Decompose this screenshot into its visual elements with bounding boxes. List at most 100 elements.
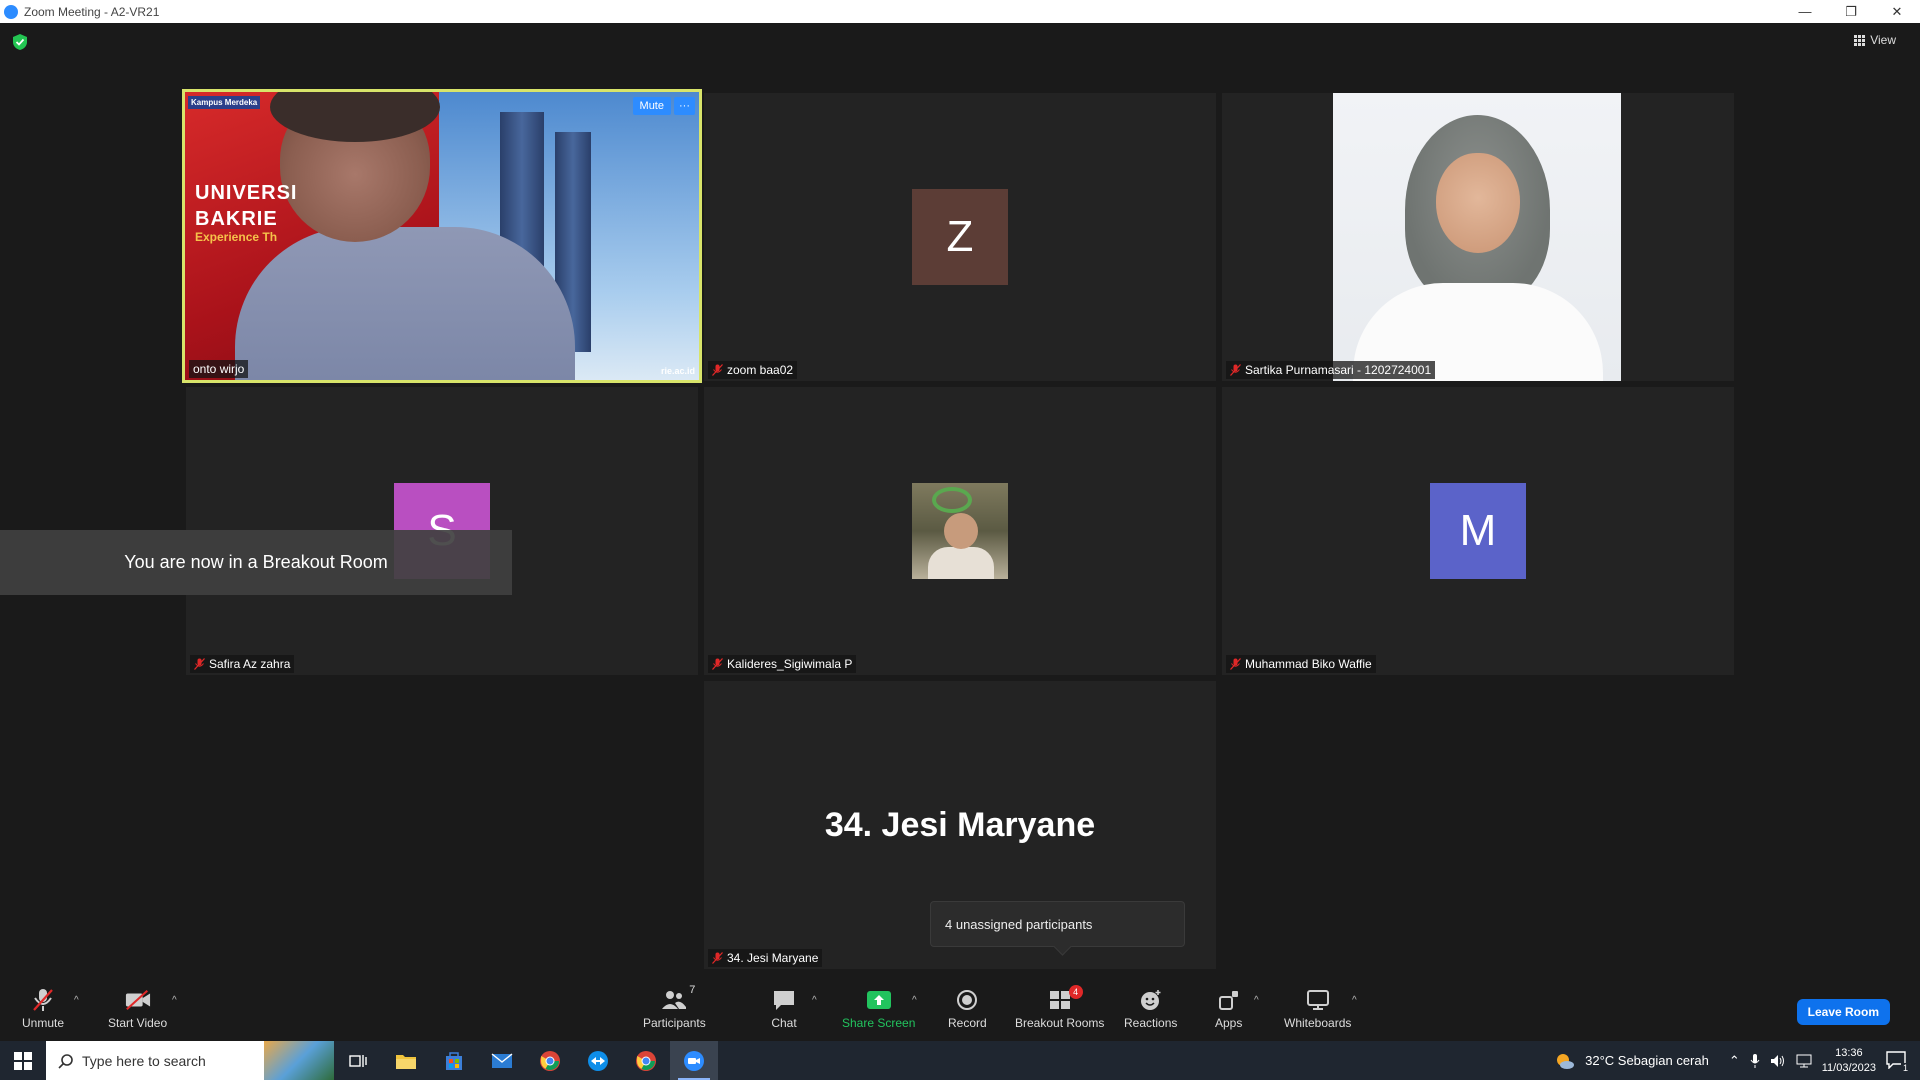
participant-name: Kalideres_Sigiwimala P (708, 655, 857, 673)
apps-options-caret[interactable]: ^ (1254, 995, 1259, 1006)
chevron-up-icon[interactable]: ⌃ (1729, 1053, 1740, 1069)
participant-video: Kampus Merdeka UNIVERSI BAKRIE Experienc… (185, 92, 699, 380)
folder-icon (396, 1054, 416, 1069)
mic-muted-icon (1230, 364, 1241, 376)
minimize-icon[interactable]: — (1782, 0, 1828, 23)
record-icon (957, 990, 978, 1010)
participant-photo (912, 483, 1008, 579)
video-options-caret[interactable]: ^ (172, 995, 177, 1006)
participant-name: Safira Az zahra (190, 655, 295, 673)
close-icon[interactable]: ✕ (1874, 0, 1920, 23)
banner-url: rie.ac.id (660, 366, 695, 376)
zoom-app-icon (4, 4, 18, 19)
taskbar-search[interactable]: Type here to search (46, 1041, 334, 1080)
more-options-button[interactable]: ··· (674, 97, 695, 115)
chrome-app[interactable] (526, 1041, 574, 1080)
clock[interactable]: 13:36 11/03/2023 (1822, 1046, 1876, 1076)
audio-options-caret[interactable]: ^ (74, 995, 79, 1006)
system-tray: 32°C Sebagian cerah ⌃ 13:36 11/03/2023 1 (1555, 1041, 1920, 1080)
participant-name: Muhammad Biko Waffie (1226, 655, 1376, 673)
teamviewer-app[interactable] (574, 1041, 622, 1080)
volume-icon (1770, 1054, 1784, 1067)
view-label: View (1870, 33, 1896, 47)
leave-room-button[interactable]: Leave Room (1796, 999, 1890, 1025)
share-options-caret[interactable]: ^ (912, 995, 917, 1006)
task-view-icon (349, 1054, 367, 1067)
participants-icon (662, 991, 687, 1009)
mic-muted-icon (33, 989, 53, 1011)
windows-logo-icon (14, 1051, 32, 1070)
window-titlebar: Zoom Meeting - A2-VR21 — ❐ ✕ (0, 0, 1920, 23)
start-video-button[interactable]: Start Video (108, 988, 167, 1030)
search-placeholder: Type here to search (82, 1052, 206, 1069)
video-tile-active-speaker[interactable]: Kampus Merdeka UNIVERSI BAKRIE Experienc… (182, 89, 702, 383)
reactions-icon (1140, 990, 1161, 1010)
video-tile[interactable]: Z zoom baa02 (704, 93, 1216, 381)
meeting-area: View Kampus Merdeka UNIVERSI BAKRIE Expe… (0, 23, 1920, 983)
file-explorer-app[interactable] (382, 1041, 430, 1080)
zoom-taskbar-app[interactable] (670, 1041, 718, 1080)
banner-text: UNIVERSI BAKRIE (195, 182, 298, 230)
store-icon (446, 1051, 462, 1070)
participants-button[interactable]: 7 Participants (643, 984, 706, 1030)
chat-options-caret[interactable]: ^ (812, 995, 817, 1006)
mail-icon (491, 1052, 513, 1068)
weather-icon (1557, 1053, 1575, 1069)
network-icon (1796, 1054, 1812, 1067)
share-screen-icon (866, 991, 891, 1009)
whiteboards-button[interactable]: Whiteboards (1284, 988, 1351, 1030)
zoom-app: Zoom Meeting - A2-VR21 — ❐ ✕ View Kampus… (0, 0, 1920, 1080)
video-tile[interactable]: Sartika Purnamasari - 1202724001 (1222, 93, 1734, 381)
start-button[interactable] (0, 1041, 46, 1080)
chrome-icon (636, 1050, 656, 1071)
grid-view-icon (1854, 34, 1866, 46)
mic-muted-icon (712, 364, 723, 376)
participant-name: zoom baa02 (708, 361, 798, 379)
avatar: M (1430, 483, 1526, 579)
participant-name: Sartika Purnamasari - 1202724001 (1226, 361, 1436, 379)
weather-text[interactable]: 32°C Sebagian cerah (1585, 1053, 1709, 1068)
breakout-rooms-button[interactable]: 4 Breakout Rooms (1015, 985, 1104, 1030)
participant-name: onto wirjo (189, 360, 249, 378)
chat-button[interactable]: Chat (771, 988, 797, 1030)
mute-participant-button[interactable]: Mute (632, 97, 671, 115)
notification-center[interactable]: 1 (1886, 1050, 1910, 1073)
mail-app[interactable] (478, 1041, 526, 1080)
window-controls: — ❐ ✕ (1782, 0, 1920, 23)
task-view-button[interactable] (334, 1041, 382, 1080)
mic-muted-icon (1230, 658, 1241, 670)
whiteboard-options-caret[interactable]: ^ (1352, 995, 1357, 1006)
restore-icon[interactable]: ❐ (1828, 0, 1874, 23)
mic-muted-icon (194, 658, 205, 670)
chrome-icon (540, 1050, 560, 1071)
avatar: Z (912, 189, 1008, 285)
apps-button[interactable]: Apps (1215, 988, 1242, 1030)
store-app[interactable] (430, 1041, 478, 1080)
video-tile[interactable]: M Muhammad Biko Waffie (1222, 387, 1734, 675)
teamviewer-icon (588, 1050, 608, 1071)
reactions-button[interactable]: Reactions (1124, 988, 1177, 1030)
chrome-profile-app[interactable] (622, 1041, 670, 1080)
record-button[interactable]: Record (948, 988, 987, 1030)
banner-subtitle: Experience Th (195, 230, 278, 244)
meeting-toolbar: Unmute ^ Start Video ^ 7 Participants Ch… (0, 983, 1920, 1041)
mic-muted-icon (712, 952, 723, 964)
share-screen-button[interactable]: Share Screen (842, 988, 915, 1030)
breakout-room-notification: You are now in a Breakout Room (0, 530, 512, 595)
video-tile[interactable]: Kalideres_Sigiwimala P (704, 387, 1216, 675)
unassigned-participants-tooltip: 4 unassigned participants (930, 901, 1185, 947)
brand-logo: Kampus Merdeka (188, 96, 261, 109)
breakout-rooms-badge: 4 (1068, 985, 1083, 999)
encryption-shield-icon[interactable] (12, 33, 28, 51)
search-icon (58, 1053, 73, 1069)
video-off-icon (125, 989, 150, 1011)
windows-taskbar: Type here to search 32°C Sebagian cerah … (0, 1041, 1920, 1080)
view-button[interactable]: View (1854, 33, 1896, 47)
notification-count: 1 (1900, 1062, 1910, 1073)
chat-icon (774, 991, 794, 1010)
unmute-button[interactable]: Unmute (22, 988, 64, 1030)
microphone-icon (1750, 1053, 1760, 1068)
apps-icon (1218, 991, 1238, 1010)
zoom-icon (684, 1050, 704, 1071)
window-title: Zoom Meeting - A2-VR21 (24, 4, 160, 19)
